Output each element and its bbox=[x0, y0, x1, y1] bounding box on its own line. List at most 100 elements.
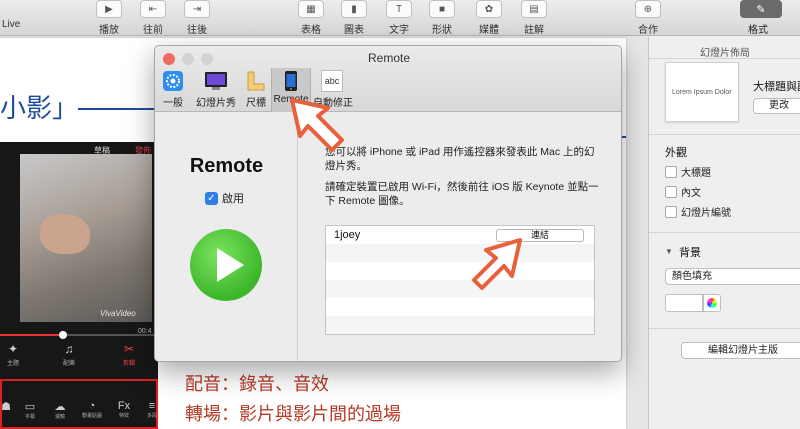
abc-glyph: abc bbox=[324, 76, 340, 86]
body-checkbox-row[interactable]: 內文 bbox=[665, 184, 701, 199]
title-underline bbox=[78, 108, 164, 110]
device-row[interactable]: 1joey 連結 bbox=[326, 226, 594, 244]
progress-knob bbox=[59, 331, 67, 339]
device-name: 1joey bbox=[334, 229, 361, 241]
tab-rulers-label: 尺標 bbox=[246, 98, 266, 109]
disclosure-triangle-icon[interactable]: ▼ bbox=[665, 247, 673, 256]
sticker-item: ◔ 動畫貼圖 bbox=[80, 400, 104, 419]
color-wheel-button[interactable] bbox=[703, 294, 721, 312]
appearance-heading: 外觀 bbox=[665, 147, 687, 159]
text-button[interactable]: T 文字 bbox=[375, 0, 423, 36]
collaborate-button[interactable]: ⊕ 合作 bbox=[624, 0, 672, 36]
music-tool: ♫ 配樂 bbox=[56, 342, 82, 367]
shape-button[interactable]: ■ 形狀 bbox=[418, 0, 466, 36]
table-label: 表格 bbox=[301, 25, 321, 36]
toolbar-partial-label: Live bbox=[2, 19, 21, 30]
edit-master-button[interactable]: 編輯幻燈片主版 bbox=[681, 342, 800, 359]
device-list[interactable]: 1joey 連結 bbox=[325, 225, 595, 335]
title-checkbox-label: 大標題 bbox=[681, 168, 711, 179]
divider bbox=[649, 134, 800, 135]
multi-icon: ≡ bbox=[148, 400, 156, 412]
watermark: VivaVideo bbox=[100, 309, 136, 318]
layout-name: 大標題與副 bbox=[753, 81, 800, 93]
time-label: 00:4 bbox=[138, 328, 152, 335]
enable-remote-row[interactable]: ✓ 啟用 bbox=[205, 190, 244, 206]
theme-label: 主題 bbox=[6, 361, 19, 367]
body-checkbox[interactable] bbox=[665, 185, 677, 198]
keynote-toolbar: Live ▶ 播放 ⇤ 往前 ⇥ 往後 ▦ 表格 ▮ 圖表 T 文字 ■ 形狀 … bbox=[0, 0, 800, 36]
play-icon: ▶ bbox=[96, 0, 122, 18]
paintbrush-icon: ✎ bbox=[756, 3, 766, 16]
slide-note-1[interactable]: 配音：錄音、音效 bbox=[185, 370, 329, 396]
table-button[interactable]: ▦ 表格 bbox=[287, 0, 335, 36]
tab-general[interactable]: 一般 bbox=[157, 68, 189, 112]
theme-tool: ✦ 主題 bbox=[0, 342, 26, 367]
color-wheel-icon bbox=[707, 298, 717, 308]
hand-image bbox=[40, 214, 90, 254]
remote-description: 您可以將 iPhone 或 iPad 用作遙控器來發表此 Mac 上的幻燈片秀。 bbox=[325, 146, 595, 172]
back-label: 往前 bbox=[143, 25, 163, 36]
format-button[interactable]: ✎ bbox=[740, 0, 782, 18]
enable-remote-checkbox[interactable]: ✓ bbox=[205, 191, 218, 205]
body-checkbox-label: 內文 bbox=[681, 188, 701, 199]
empty-row bbox=[326, 280, 594, 298]
fill-type-select[interactable]: 顏色填充 bbox=[665, 268, 800, 285]
filter-icon: ☁ bbox=[54, 401, 66, 413]
play-button[interactable]: ▶ 播放 bbox=[85, 0, 133, 36]
empty-row bbox=[326, 244, 594, 262]
comment-button[interactable]: ▤ 註解 bbox=[510, 0, 558, 36]
tab-rulers[interactable]: 尺標 bbox=[241, 68, 271, 112]
slide-number-checkbox[interactable] bbox=[665, 205, 677, 218]
thumbnail-text: Lorem Ipsum Dolor bbox=[672, 89, 732, 96]
remote-left-pane: Remote ✓ 啟用 bbox=[155, 113, 298, 361]
sticker-icon: ◔ bbox=[88, 400, 96, 412]
subtitle-label: 字幕 bbox=[24, 414, 35, 420]
tab-slideshow[interactable]: 幻燈片秀 bbox=[193, 68, 239, 112]
tab-general-label: 一般 bbox=[163, 98, 183, 109]
media-button[interactable]: ✿ 媒體 bbox=[465, 0, 513, 36]
text-icon: T bbox=[386, 0, 412, 18]
shape-icon: ■ bbox=[429, 0, 455, 18]
back-icon: ⇤ bbox=[140, 0, 166, 18]
fx-icon: Fx bbox=[117, 400, 131, 412]
fx-item: Fx 特效 bbox=[112, 400, 136, 419]
change-layout-button[interactable]: 更改 bbox=[753, 98, 800, 114]
slideshow-icon bbox=[204, 70, 228, 92]
iphone-icon bbox=[279, 70, 303, 92]
forward-label: 往後 bbox=[187, 25, 207, 36]
annotation-arrow-connect bbox=[472, 238, 522, 290]
music-icon: ♫ bbox=[64, 342, 74, 356]
color-swatch[interactable] bbox=[665, 294, 703, 312]
video-preview: VivaVideo bbox=[20, 154, 152, 322]
empty-row bbox=[326, 316, 594, 334]
back-button[interactable]: ⇤ 往前 bbox=[129, 0, 177, 36]
format-panel: 幻燈片佈局 Lorem Ipsum Dolor 大標題與副 更改 外觀 大標題 … bbox=[648, 36, 800, 429]
collaborate-label: 合作 bbox=[638, 25, 658, 36]
slide-title[interactable]: 小影」 bbox=[0, 88, 78, 125]
title-checkbox-row[interactable]: 大標題 bbox=[665, 164, 711, 179]
chart-button[interactable]: ▮ 圖表 bbox=[330, 0, 378, 36]
slide-note-2[interactable]: 轉場：影片與影片間的過場 bbox=[185, 400, 401, 426]
multi-label: 多段 bbox=[146, 413, 157, 419]
comment-label: 註解 bbox=[524, 25, 544, 36]
enable-remote-label: 啟用 bbox=[222, 193, 244, 205]
slide-number-checkbox-row[interactable]: 幻燈片編號 bbox=[665, 204, 731, 219]
title-checkbox[interactable] bbox=[665, 165, 677, 178]
empty-row bbox=[326, 262, 594, 280]
format-label: 格式 bbox=[748, 25, 768, 36]
multi-item: ≡ 多段 bbox=[140, 400, 164, 419]
window-titlebar: Remote 一般 幻燈片秀 尺標 Remote bbox=[155, 46, 621, 112]
play-triangle bbox=[217, 248, 244, 282]
tool-item: ☗ bbox=[0, 400, 18, 413]
layout-thumbnail[interactable]: Lorem Ipsum Dolor bbox=[665, 62, 739, 122]
magic-wand-icon: ✦ bbox=[7, 342, 19, 356]
subtitle-item: ▭ 字幕 bbox=[18, 400, 42, 420]
forward-button[interactable]: ⇥ 往後 bbox=[173, 0, 221, 36]
remote-heading: Remote bbox=[189, 155, 264, 177]
remote-preferences-window: Remote 一般 幻燈片秀 尺標 Remote bbox=[154, 45, 622, 362]
tool-icon: ☗ bbox=[1, 401, 11, 413]
slide-number-checkbox-label: 幻燈片編號 bbox=[681, 208, 731, 219]
divider bbox=[649, 232, 800, 233]
shape-label: 形狀 bbox=[432, 25, 452, 36]
forward-icon: ⇥ bbox=[184, 0, 210, 18]
